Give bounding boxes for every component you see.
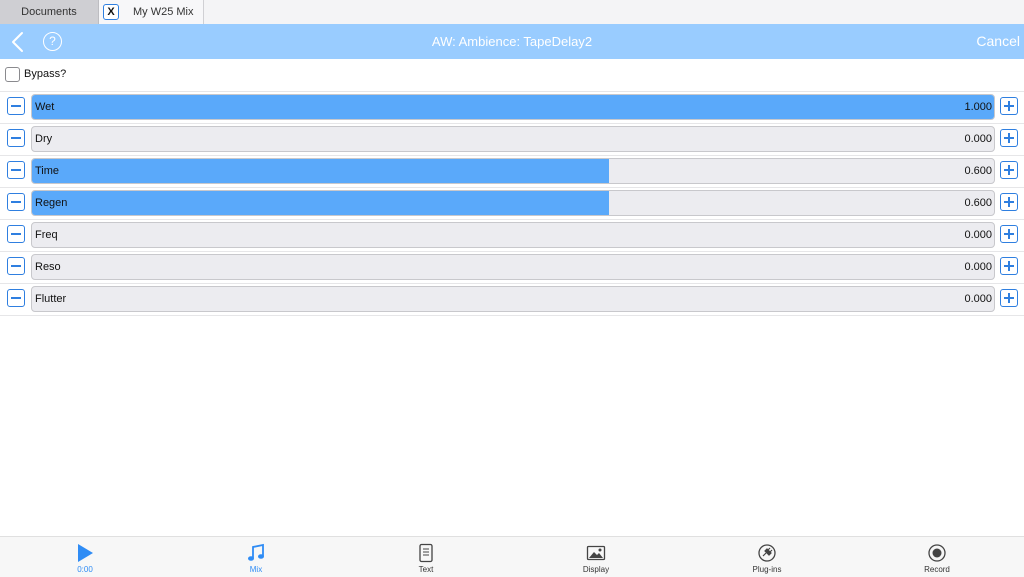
play-time-label: 0:00: [77, 565, 93, 574]
decrement-button[interactable]: [7, 225, 25, 243]
param-value: 0.000: [964, 293, 992, 305]
slider-fill: [32, 191, 610, 215]
decrement-button[interactable]: [7, 161, 25, 179]
param-label: Reso: [35, 261, 61, 273]
bypass-checkbox[interactable]: [5, 67, 20, 82]
decrement-button[interactable]: [7, 257, 25, 275]
param-row: Time 0.600: [0, 155, 1024, 188]
param-value: 0.000: [964, 133, 992, 145]
param-value: 0.600: [964, 165, 992, 177]
param-slider[interactable]: Reso 0.000: [31, 254, 995, 280]
param-row: Wet 1.000: [0, 91, 1024, 124]
tab-label: My W25 Mix: [133, 6, 194, 18]
minus-icon: [11, 297, 21, 299]
param-value: 0.000: [964, 261, 992, 273]
plug-icon: [758, 544, 776, 562]
param-row: Reso 0.000: [0, 251, 1024, 284]
param-slider[interactable]: Regen 0.600: [31, 190, 995, 216]
param-value: 1.000: [964, 101, 992, 113]
record-label: Record: [924, 565, 950, 574]
bypass-label: Bypass?: [24, 68, 67, 80]
param-value: 0.600: [964, 197, 992, 209]
minus-icon: [11, 169, 21, 171]
decrement-button[interactable]: [7, 193, 25, 211]
cancel-button[interactable]: Cancel: [976, 24, 1020, 59]
param-value: 0.000: [964, 229, 992, 241]
increment-button[interactable]: [1000, 129, 1018, 147]
param-slider[interactable]: Time 0.600: [31, 158, 995, 184]
music-note-icon: [248, 543, 264, 561]
bottom-toolbar: 0:00 Mix Text Display Plug-ins Record: [0, 536, 1024, 577]
increment-button[interactable]: [1000, 193, 1018, 211]
tab-my-w25-mix[interactable]: X My W25 Mix: [99, 0, 204, 24]
param-slider[interactable]: Freq 0.000: [31, 222, 995, 248]
slider-fill: [32, 159, 610, 183]
tab-display[interactable]: Display: [556, 537, 636, 577]
param-label: Dry: [35, 133, 53, 145]
param-label: Wet: [35, 101, 55, 113]
minus-icon: [11, 233, 21, 235]
param-label: Regen: [35, 197, 68, 209]
minus-icon: [11, 265, 21, 267]
param-row: Flutter 0.000: [0, 283, 1024, 316]
param-row: Dry 0.000: [0, 123, 1024, 156]
text-label: Text: [418, 565, 434, 574]
display-label: Display: [582, 565, 610, 574]
plug-ins-label: Plug-ins: [752, 565, 782, 574]
slider-fill: [32, 95, 994, 119]
tab-documents[interactable]: Documents: [0, 0, 99, 24]
record-icon: [928, 544, 946, 562]
increment-button[interactable]: [1000, 289, 1018, 307]
param-slider[interactable]: Wet 1.000: [31, 94, 995, 120]
increment-button[interactable]: [1000, 97, 1018, 115]
document-icon: [419, 543, 433, 563]
param-label: Freq: [35, 229, 58, 241]
tab-plug-ins[interactable]: Plug-ins: [727, 537, 807, 577]
bypass-row: Bypass?: [0, 59, 1024, 92]
increment-button[interactable]: [1000, 161, 1018, 179]
tab-text[interactable]: Text: [386, 537, 466, 577]
tab-mix[interactable]: Mix: [216, 537, 296, 577]
param-row: Freq 0.000: [0, 219, 1024, 252]
param-label: Flutter: [35, 293, 67, 305]
increment-button[interactable]: [1000, 225, 1018, 243]
page-title: AW: Ambience: TapeDelay2: [431, 34, 593, 49]
close-tab-button[interactable]: X: [103, 4, 119, 20]
image-icon: [586, 545, 606, 561]
param-label: Time: [35, 165, 60, 177]
param-slider[interactable]: Dry 0.000: [31, 126, 995, 152]
increment-button[interactable]: [1000, 257, 1018, 275]
decrement-button[interactable]: [7, 129, 25, 147]
param-slider[interactable]: Flutter 0.000: [31, 286, 995, 312]
mix-label: Mix: [249, 565, 263, 574]
decrement-button[interactable]: [7, 289, 25, 307]
tab-strip: Documents X My W25 Mix: [0, 0, 1024, 25]
header-bar: ? AW: Ambience: TapeDelay2 Cancel: [0, 24, 1024, 59]
param-row: Regen 0.600: [0, 187, 1024, 220]
minus-icon: [11, 137, 21, 139]
decrement-button[interactable]: [7, 97, 25, 115]
play-icon: [78, 544, 93, 562]
minus-icon: [11, 201, 21, 203]
minus-icon: [11, 105, 21, 107]
play-button[interactable]: 0:00: [45, 537, 125, 577]
record-button[interactable]: Record: [897, 537, 977, 577]
